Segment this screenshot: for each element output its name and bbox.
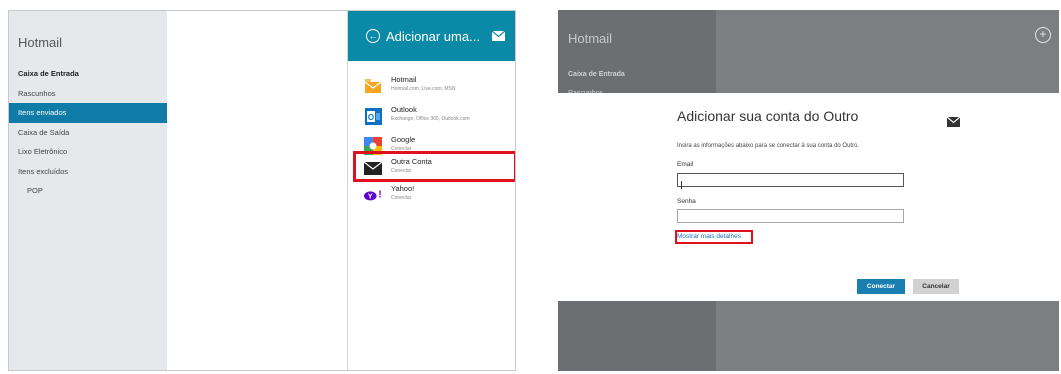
account-name: Outlook <box>391 105 417 114</box>
hotmail-icon <box>364 77 382 95</box>
svg-text:Y: Y <box>368 192 373 201</box>
add-account-flyout: ← Adicionar uma... Hotmail Hotmail.com, … <box>347 11 515 370</box>
account-name: Yahoo! <box>391 184 415 193</box>
account-option-outlook[interactable]: O Outlook Exchange, Office 365, Outlook.… <box>364 105 514 133</box>
yahoo-icon: Y! <box>364 186 382 204</box>
back-arrow-icon[interactable]: ← <box>366 29 380 43</box>
account-option-hotmail[interactable]: Hotmail Hotmail.com, Live.com, MSN <box>364 75 514 103</box>
folder-item-drafts[interactable]: Rascunhos <box>9 84 167 104</box>
email-field[interactable] <box>677 173 904 187</box>
highlight-more-details <box>675 230 753 244</box>
message-list-pane <box>167 11 347 370</box>
connect-button[interactable]: Conectar <box>857 279 905 294</box>
account-option-yahoo[interactable]: Y! Yahoo! Conectar <box>364 184 514 212</box>
dialog-title: Adicionar sua conta do Outro <box>677 108 859 124</box>
password-field[interactable] <box>677 209 904 223</box>
folder-item-deleted[interactable]: Itens excluídos <box>9 162 167 182</box>
add-account-dialog: Adicionar sua conta do Outro Insira as i… <box>558 93 1059 301</box>
folder-item-junk[interactable]: Lixo Eletrônico <box>9 142 167 162</box>
folder-item-outbox[interactable]: Caixa de Saída <box>9 123 167 143</box>
folder-sidebar: Hotmail Caixa de Entrada Rascunhos Itens… <box>9 11 167 370</box>
mail-icon <box>947 117 960 127</box>
app-title: Hotmail <box>18 35 63 50</box>
cancel-button[interactable]: Cancelar <box>913 279 959 294</box>
password-label: Senha <box>677 198 696 205</box>
account-desc: Exchange, Office 365, Outlook.com <box>391 116 470 122</box>
account-name: Hotmail <box>391 75 417 84</box>
folder-list: Caixa de Entrada Rascunhos Itens enviado… <box>9 64 167 201</box>
dialog-instructions: Insira as informações abaixo para se con… <box>677 143 860 149</box>
svg-text:O: O <box>367 113 373 122</box>
email-label: Email <box>677 161 694 168</box>
account-desc: Hotmail.com, Live.com, MSN <box>391 86 456 92</box>
flyout-title: Adicionar uma... <box>386 28 480 44</box>
outlook-icon: O <box>364 107 382 125</box>
folder-item-sent[interactable]: Itens enviados <box>9 103 167 123</box>
mail-app-account-picker: Hotmail Caixa de Entrada Rascunhos Itens… <box>8 10 516 371</box>
svg-text:!: ! <box>378 190 381 201</box>
folder-item-inbox[interactable]: Caixa de Entrada <box>568 65 625 84</box>
highlight-outra-conta <box>353 151 515 182</box>
flyout-header: ← Adicionar uma... <box>348 11 515 61</box>
text-caret <box>681 181 682 189</box>
account-desc: Conectar <box>391 195 412 201</box>
app-title: Hotmail <box>568 31 613 46</box>
account-name: Google <box>391 135 416 144</box>
folder-item-pop[interactable]: POP <box>9 181 167 201</box>
mail-icon <box>491 31 505 41</box>
mail-app-add-account-dialog: Hotmail Caixa de Entrada Rascunhos + Adi… <box>558 10 1059 371</box>
plus-circle-icon[interactable]: + <box>1035 27 1051 43</box>
folder-item-inbox[interactable]: Caixa de Entrada <box>9 64 167 84</box>
